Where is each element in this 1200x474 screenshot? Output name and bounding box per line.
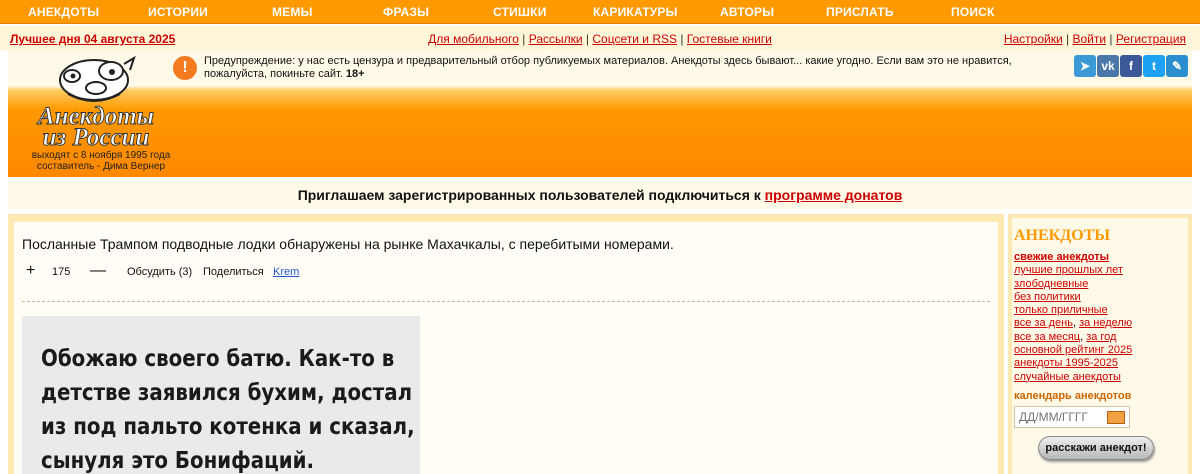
calendar-icon[interactable] (1107, 411, 1125, 424)
discuss-link[interactable]: Обсудить (3) (127, 266, 192, 278)
facebook-icon[interactable]: f (1120, 55, 1142, 77)
censorship-warning: Предупреждение: у нас есть цензура и пре… (204, 55, 1024, 81)
vk-icon[interactable]: vk (1097, 55, 1119, 77)
tagline-since: выходят с 8 ноября 1995 года (31, 150, 171, 161)
login-link[interactable]: Войти (1072, 32, 1106, 46)
donation-banner: Приглашаем зарегистрированных пользовате… (8, 181, 1192, 209)
warning-icon: ! (173, 56, 197, 80)
warning-text: Предупреждение: у нас есть цензура и пре… (204, 55, 1012, 80)
livejournal-icon[interactable]: ✎ (1166, 55, 1188, 77)
sidebar-links: свежие анекдоты лучшие прошлых лет злобо… (1014, 251, 1133, 383)
meme-image: Обожаю своего батю. Как-то в детстве зая… (22, 316, 420, 474)
banner-text: Приглашаем зарегистрированных пользовате… (297, 187, 765, 203)
sub-bar: Для мобильного | Рассылки | Соцсети и RS… (0, 26, 1200, 50)
separator: | (582, 32, 593, 46)
logo-pig-icon: Анекдоты из России (36, 55, 154, 151)
meme-line: детстве заявился бухим, достал (41, 380, 413, 406)
separator: | (518, 32, 529, 46)
joke-text: Посланные Трампом подводные лодки обнару… (22, 236, 674, 252)
nav-item-prislat[interactable]: ПРИСЛАТЬ (826, 5, 894, 19)
sidebar-link-fresh[interactable]: свежие анекдоты (1014, 251, 1109, 263)
site-header: Анекдоты из России выходят с 8 ноября 19… (8, 50, 1192, 177)
vote-down-button[interactable]: — (90, 262, 106, 280)
sidebar-panel: АНЕКДОТЫ свежие анекдоты лучшие прошлых … (1012, 218, 1188, 474)
meme-line: сынуля это Бонифаций. (41, 448, 314, 474)
calendar-title: календарь анекдотов (1014, 390, 1132, 402)
separator: | (1106, 32, 1116, 46)
sidebar-link-decent-only[interactable]: только приличные (1014, 304, 1108, 316)
donation-program-link[interactable]: программе донатов (765, 187, 903, 203)
joke-rating: 175 (52, 266, 71, 278)
twitter-icon[interactable]: t (1143, 55, 1165, 77)
social-rss-link[interactable]: Соцсети и RSS (592, 32, 677, 46)
sidebar-link-main-rating[interactable]: основной рейтинг 2025 (1014, 344, 1132, 356)
logo-tagline: выходят с 8 ноября 1995 года составитель… (16, 150, 186, 172)
sidebar-link-week[interactable]: за неделю (1079, 317, 1132, 329)
tell-joke-button[interactable]: расскажи анекдот! (1038, 436, 1154, 460)
sidebar-link-all-month[interactable]: все за месяц (1014, 331, 1080, 343)
nav-item-karikatury[interactable]: КАРИКАТУРЫ (593, 5, 678, 19)
account-links: Настройки | Войти | Регистрация (1004, 32, 1186, 46)
sidebar-link-topical[interactable]: злободневные (1014, 278, 1088, 290)
age-rating: 18+ (345, 68, 365, 80)
best-of-day-link[interactable]: Лучшее дня 04 августа 2025 (10, 32, 175, 46)
guestbooks-link[interactable]: Гостевые книги (687, 32, 772, 46)
mobile-link[interactable]: Для мобильного (428, 32, 519, 46)
meme-text: Обожаю своего батю. Как-то в детстве зая… (41, 342, 415, 474)
nav-item-poisk[interactable]: ПОИСК (951, 5, 995, 19)
nav-item-frazy[interactable]: ФРАЗЫ (383, 5, 429, 19)
sidebar-link-all-day[interactable]: все за день (1014, 317, 1073, 329)
sidebar-link-no-politics[interactable]: без политики (1014, 291, 1081, 303)
separator: | (1062, 32, 1073, 46)
mailing-link[interactable]: Рассылки (529, 32, 583, 46)
top-nav: АНЕКДОТЫ ИСТОРИИ МЕМЫ ФРАЗЫ СТИШКИ КАРИК… (0, 0, 1200, 24)
vote-up-button[interactable]: + (26, 262, 35, 280)
joke-divider (22, 301, 990, 302)
sidebar-link-best-past[interactable]: лучшие прошлых лет (1014, 264, 1123, 276)
meme-line: Обожаю своего батю. Как-то в (41, 346, 395, 372)
site-logo[interactable]: Анекдоты из России выходят с 8 ноября 19… (16, 54, 186, 174)
sidebar-link-archive[interactable]: анекдоты 1995-2025 (1014, 357, 1118, 369)
share-button[interactable]: Поделиться (203, 266, 264, 278)
nav-item-avtory[interactable]: АВТОРЫ (720, 5, 774, 19)
nav-item-anekdoty[interactable]: АНЕКДОТЫ (28, 5, 99, 19)
sidebar: АНЕКДОТЫ свежие анекдоты лучшие прошлых … (1008, 214, 1192, 474)
logo-title-line2: из России (43, 124, 150, 150)
author-link[interactable]: Krem (273, 266, 299, 278)
settings-link[interactable]: Настройки (1004, 32, 1063, 46)
separator: | (677, 32, 687, 46)
social-share-bar: ➤ vk f t ✎ (1073, 55, 1188, 77)
nav-item-istorii[interactable]: ИСТОРИИ (148, 5, 208, 19)
register-link[interactable]: Регистрация (1116, 32, 1186, 46)
sidebar-link-random[interactable]: случайные анекдоты (1014, 371, 1121, 383)
tagline-author: составитель - Дима Вернер (36, 161, 166, 172)
sidebar-title: АНЕКДОТЫ (1014, 227, 1111, 244)
sidebar-link-year[interactable]: за год (1086, 331, 1116, 343)
nav-item-stishki[interactable]: СТИШКИ (493, 5, 547, 19)
nav-item-memy[interactable]: МЕМЫ (272, 5, 313, 19)
meme-line: из под пальто котенка и сказал, (41, 414, 415, 440)
telegram-icon[interactable]: ➤ (1074, 55, 1096, 77)
joke-card: Посланные Трампом подводные лодки обнару… (14, 222, 998, 474)
